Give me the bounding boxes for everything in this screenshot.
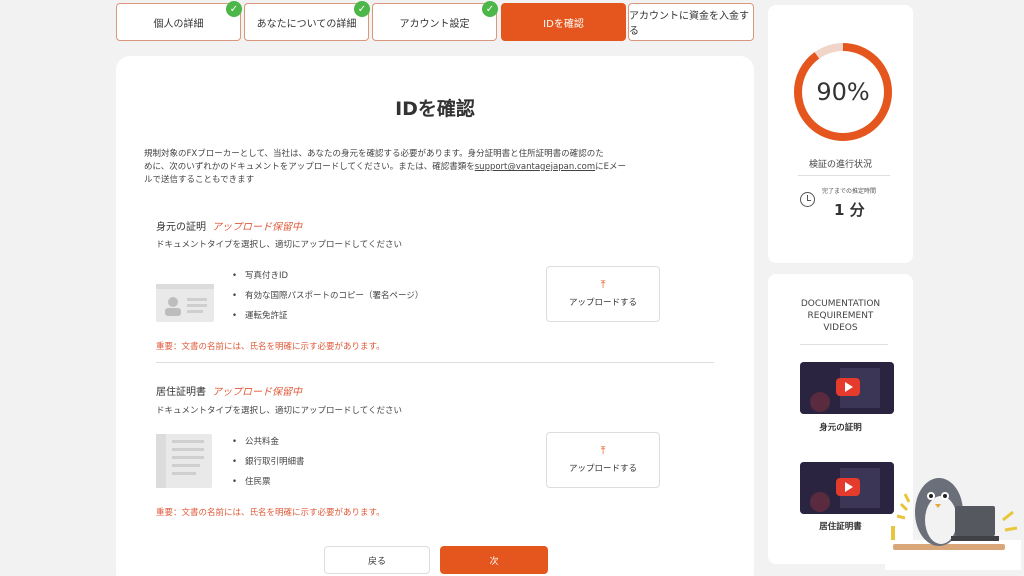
upload-label: アップロードする [568, 464, 637, 474]
residence-doc-list: 公共料金 銀行取引明細書 住民票 [232, 432, 305, 492]
videos-title-line: VIDEOS [823, 323, 858, 333]
check-icon: ✓ [482, 1, 498, 17]
section-title-text: 身元の証明 [156, 222, 206, 233]
step-label: あなたについての詳細 [256, 18, 357, 30]
upload-arrow-icon: ⤒ [600, 444, 606, 457]
intro-text: 規制対象のFXブローカーとして、当社は、あなたの身元を確認する必要があります。身… [144, 148, 724, 187]
step-verify-id[interactable]: IDを確認 [501, 3, 626, 41]
list-item: 有効な国際パスポートのコピー（署名ページ） [232, 286, 423, 306]
video-thumbnail[interactable] [800, 362, 894, 414]
intro-line-text: にEメー [595, 162, 626, 172]
divider [800, 344, 888, 345]
list-item: 住民票 [232, 472, 305, 492]
videos-title-line: REQUIREMENT [807, 311, 874, 321]
step-label: アカウントに資金を入金する [629, 11, 749, 37]
residence-section-subtitle: ドキュメントタイプを選択し、適切にアップロードしてください [156, 406, 402, 416]
list-item: 公共料金 [232, 432, 305, 452]
identity-doc-list: 写真付きID 有効な国際パスポートのコピー（署名ページ） 運転免許証 [232, 266, 423, 326]
step-personal-details[interactable]: 個人の詳細 ✓ [116, 1, 242, 41]
check-icon: ✓ [226, 1, 242, 17]
step-fund-account[interactable]: アカウントに資金を入金する [628, 3, 754, 41]
residence-upload-button[interactable]: ⤒ アップロードする [546, 432, 660, 488]
status-badge: アップロード保留中 [212, 222, 302, 233]
list-item: 写真付きID [232, 266, 423, 286]
id-card-image [156, 284, 214, 322]
videos-title: DOCUMENTATION REQUIREMENT VIDEOS [768, 298, 913, 334]
clock-icon [800, 192, 815, 207]
video-thumbnail[interactable] [800, 462, 894, 514]
videos-title-line: DOCUMENTATION [800, 299, 881, 309]
identity-section-title: 身元の証明 アップロード保留中 [156, 218, 302, 233]
back-button[interactable]: 戻る [324, 546, 430, 574]
step-label: アカウント設定 [399, 18, 470, 30]
progress-panel: 90% 検証の進行状況 完了までの推定時間 1 分 [768, 5, 913, 263]
status-badge: アップロード保留中 [212, 387, 302, 398]
time-label: 完了までの推定時間 [822, 188, 877, 195]
list-item: 銀行取引明細書 [232, 452, 305, 472]
video-label: 身元の証明 [819, 423, 862, 433]
time-value: 1 分 [834, 201, 865, 219]
residence-section-title: 居住証明書 アップロード保留中 [156, 383, 302, 398]
intro-line: 規制対象のFXブローカーとして、当社は、あなたの身元を確認する必要があります。身… [144, 149, 604, 159]
support-email-link[interactable]: support@vantagejapan.com [475, 162, 595, 172]
document-image [156, 434, 212, 488]
list-item: 運転免許証 [232, 306, 423, 326]
step-about-you[interactable]: あなたについての詳細 ✓ [244, 1, 370, 41]
check-icon: ✓ [354, 1, 370, 17]
upload-arrow-icon: ⤒ [600, 278, 606, 291]
play-icon [836, 478, 860, 496]
step-label: IDを確認 [543, 18, 584, 30]
verify-id-card: IDを確認 規制対象のFXブローカーとして、当社は、あなたの身元を確認する必要が… [116, 56, 754, 576]
divider [798, 175, 890, 176]
intro-line: めに、次のいずれかのドキュメントをアップロードしてください。または、確認書類をs… [144, 161, 724, 174]
progress-label: 検証の進行状況 [808, 160, 872, 170]
intro-line: ルで送信することもできます [144, 175, 255, 185]
progress-percent: 90% [816, 78, 870, 106]
step-tabs: 個人の詳細 ✓ あなたについての詳細 ✓ アカウント設定 ✓ IDを確認 アカウ… [116, 1, 754, 41]
step-label: 個人の詳細 [153, 18, 204, 30]
identity-note: 重要：文書の名前には、氏名を明確に示す必要があります。 [156, 342, 385, 352]
play-icon [836, 378, 860, 396]
identity-section-subtitle: ドキュメントタイプを選択し、適切にアップロードしてください [156, 240, 402, 250]
section-divider [156, 362, 714, 363]
intro-line-text: めに、次のいずれかのドキュメントをアップロードしてください。または、確認書類を [144, 162, 475, 172]
step-account-settings[interactable]: アカウント設定 ✓ [372, 1, 498, 41]
page-title: IDを確認 [395, 98, 475, 120]
identity-upload-button[interactable]: ⤒ アップロードする [546, 266, 660, 322]
next-button[interactable]: 次 [440, 546, 548, 574]
section-title-text: 居住証明書 [156, 387, 206, 398]
upload-label: アップロードする [568, 298, 637, 308]
residence-note: 重要：文書の名前には、氏名を明確に示す必要があります。 [156, 508, 385, 518]
penguin-mascot-illustration [885, 478, 1021, 570]
